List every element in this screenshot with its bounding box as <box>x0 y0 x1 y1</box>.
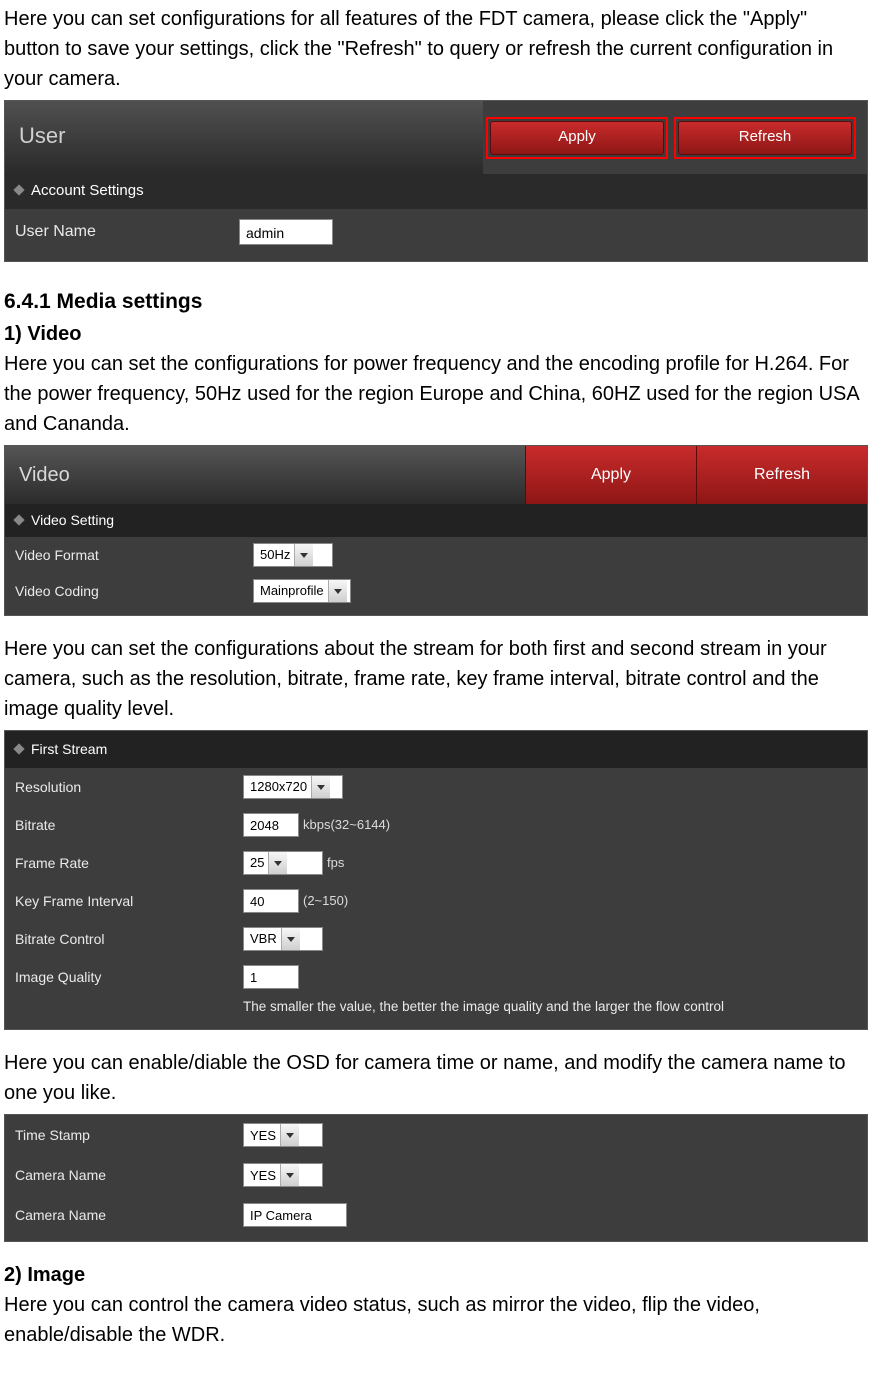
video-format-select[interactable]: 50Hz <box>253 543 333 567</box>
bitrate-control-label: Bitrate Control <box>15 929 243 950</box>
panel-title-video: Video <box>5 446 525 504</box>
diamond-icon <box>13 743 24 754</box>
chevron-down-icon <box>280 1164 299 1186</box>
video-intro-text: Here you can set the configurations for … <box>4 349 868 439</box>
framerate-select[interactable]: 25 <box>243 851 323 875</box>
video-format-label: Video Format <box>15 545 253 566</box>
timestamp-select[interactable]: YES <box>243 1123 323 1147</box>
bitrate-control-value: VBR <box>244 929 281 949</box>
bitrate-control-select[interactable]: VBR <box>243 927 323 951</box>
video-settings-panel: Video Apply Refresh Video Setting Video … <box>4 445 868 616</box>
chevron-down-icon <box>268 852 287 874</box>
apply-button[interactable]: Apply <box>525 446 696 504</box>
video-coding-value: Mainprofile <box>254 581 328 601</box>
keyframe-input[interactable]: 40 <box>243 889 299 913</box>
first-stream-header: First Stream <box>5 731 867 768</box>
timestamp-label: Time Stamp <box>15 1125 243 1146</box>
account-settings-label: Account Settings <box>31 182 144 199</box>
camera-name-input[interactable]: IP Camera <box>243 1203 347 1227</box>
bitrate-label: Bitrate <box>15 815 243 836</box>
image-subheading: 2) Image <box>4 1260 868 1290</box>
framerate-value: 25 <box>244 853 268 873</box>
resolution-select[interactable]: 1280x720 <box>243 775 343 799</box>
video-format-value: 50Hz <box>254 545 294 565</box>
refresh-highlight: Refresh <box>674 117 856 159</box>
user-settings-panel: User Apply Refresh Account Settings User… <box>4 100 868 262</box>
account-settings-header: Account Settings <box>5 174 867 209</box>
camera-name-show-value: YES <box>244 1166 280 1186</box>
bitrate-hint: kbps(32~6144) <box>303 815 390 835</box>
video-coding-label: Video Coding <box>15 581 253 602</box>
camera-name-show-label: Camera Name <box>15 1165 243 1186</box>
keyframe-hint: (2~150) <box>303 891 348 911</box>
image-quality-note: The smaller the value, the better the im… <box>243 999 724 1014</box>
first-stream-label: First Stream <box>31 741 107 757</box>
osd-panel: Time Stamp YES Camera Name YES Camera Na… <box>4 1114 868 1242</box>
username-input[interactable]: admin <box>239 219 333 245</box>
camera-name-show-select[interactable]: YES <box>243 1163 323 1187</box>
chevron-down-icon <box>311 776 330 798</box>
chevron-down-icon <box>328 580 347 602</box>
video-setting-header: Video Setting <box>5 504 867 537</box>
apply-button[interactable]: Apply <box>490 121 664 155</box>
image-quality-input[interactable]: 1 <box>243 965 299 989</box>
resolution-value: 1280x720 <box>244 777 311 797</box>
refresh-button[interactable]: Refresh <box>678 121 852 155</box>
apply-highlight: Apply <box>486 117 668 159</box>
chevron-down-icon <box>294 544 313 566</box>
refresh-button[interactable]: Refresh <box>696 446 867 504</box>
intro-text: Here you can set configurations for all … <box>4 4 868 94</box>
diamond-icon <box>13 184 24 195</box>
diamond-icon <box>13 514 24 525</box>
stream-intro-text: Here you can set the configurations abou… <box>4 634 868 724</box>
resolution-label: Resolution <box>15 777 243 798</box>
keyframe-label: Key Frame Interval <box>15 891 243 912</box>
chevron-down-icon <box>281 928 300 950</box>
username-label: User Name <box>15 220 239 244</box>
video-setting-label: Video Setting <box>31 512 114 528</box>
framerate-label: Frame Rate <box>15 853 243 874</box>
video-subheading: 1) Video <box>4 319 868 349</box>
camera-name-label: Camera Name <box>15 1205 243 1226</box>
video-coding-select[interactable]: Mainprofile <box>253 579 351 603</box>
framerate-hint: fps <box>327 853 344 873</box>
image-quality-label: Image Quality <box>15 967 243 988</box>
osd-intro-text: Here you can enable/diable the OSD for c… <box>4 1048 868 1108</box>
bitrate-input[interactable]: 2048 <box>243 813 299 837</box>
first-stream-panel: First Stream Resolution 1280x720 Bitrate… <box>4 730 868 1030</box>
image-intro-text: Here you can control the camera video st… <box>4 1290 868 1350</box>
panel-title-user: User <box>5 101 483 174</box>
chevron-down-icon <box>280 1124 299 1146</box>
timestamp-value: YES <box>244 1126 280 1146</box>
section-heading-641: 6.4.1 Media settings <box>4 286 868 318</box>
